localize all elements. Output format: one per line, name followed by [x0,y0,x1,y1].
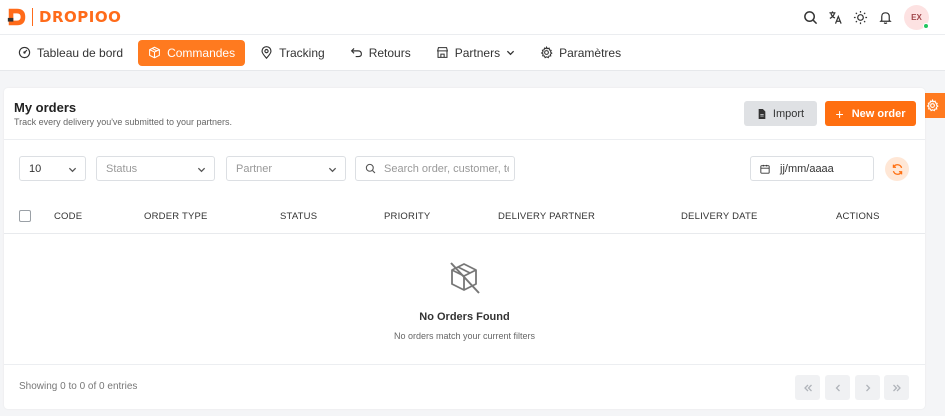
nav-item-label: Tracking [279,45,325,60]
chevron-down-icon [506,50,515,56]
box-icon [149,46,160,59]
status-select[interactable]: Status [96,156,215,181]
nav-item-partners[interactable]: Partners [426,40,525,66]
nav-item-retours[interactable]: Retours [340,40,421,66]
column-header-delivery-date[interactable]: DELIVERY DATE [681,211,758,222]
card-divider [4,139,925,140]
page-title: My orders [14,100,77,115]
page-subtitle: Track every delivery you've submitted to… [14,117,232,127]
search-input[interactable] [384,162,509,175]
plus-icon: + [835,105,844,122]
last-page-button[interactable] [884,375,909,400]
bell-icon[interactable] [873,5,898,30]
import-button[interactable]: Import [744,101,817,126]
chevrons-right-icon [892,384,901,391]
nav-item-label: Retours [368,45,411,60]
nav-item-tableau-de-bord[interactable]: Tableau de bord [8,40,133,66]
search-field[interactable] [355,156,515,181]
logo-divider [32,8,33,26]
nav-item-tracking[interactable]: Tracking [250,40,335,66]
entries-summary: Showing 0 to 0 of 0 entries [19,381,138,392]
brand-name: DROPIOO [39,8,122,26]
chevrons-left-icon [803,384,812,391]
chevron-right-icon [865,384,870,391]
partner-select[interactable]: Partner [226,156,346,181]
header-actions: EX [798,0,929,35]
dashboard-icon [18,46,31,59]
store-icon [436,47,448,58]
chevron-left-icon [835,384,840,391]
sun-icon[interactable] [848,5,873,30]
avatar-initials: EX [911,13,922,22]
logo-mark-icon [7,8,26,26]
column-header-actions: ACTIONS [836,211,880,222]
nav-item-label: Paramètres [559,45,622,60]
import-label: Import [772,107,805,120]
nav-item-parametres[interactable]: Paramètres [530,40,631,66]
column-header-code[interactable]: CODE [54,211,82,222]
refresh-icon [892,163,902,175]
table-header: CODE ORDER TYPE STATUS PRIORITY DELIVERY… [4,204,925,234]
chevron-down-icon [68,167,77,173]
next-page-button[interactable] [855,375,880,400]
partner-placeholder: Partner [236,162,273,175]
select-all-checkbox[interactable] [19,210,31,222]
previous-page-button[interactable] [825,375,850,400]
top-header: DROPIOO EX [0,0,945,35]
column-header-delivery-partner[interactable]: DELIVERY PARTNER [498,211,595,222]
main-nav: Tableau de bord Commandes Tracking Retou… [0,35,945,71]
page-size-select[interactable]: 10 [19,156,86,181]
online-status-dot [923,23,929,29]
empty-state-title: No Orders Found [419,311,510,323]
avatar[interactable]: EX [904,5,929,30]
page-size-value: 10 [29,162,42,175]
new-order-label: New order [851,107,906,120]
calendar-icon [760,164,770,174]
gear-icon [540,46,553,59]
map-pin-icon [261,46,272,59]
refresh-button[interactable] [885,157,909,181]
column-header-order-type[interactable]: ORDER TYPE [144,211,208,222]
gear-icon [926,99,939,112]
nav-item-label: Partners [454,45,501,60]
nav-item-label: Tableau de bord [37,45,124,60]
orders-card: My orders Track every delivery you've su… [4,88,925,409]
search-icon[interactable] [798,5,823,30]
column-header-priority[interactable]: PRIORITY [384,211,430,222]
first-page-button[interactable] [795,375,820,400]
brand-logo[interactable]: DROPIOO [6,6,121,28]
date-filter-input[interactable]: jj/mm/aaaa [750,156,874,181]
chevron-down-icon [197,167,206,173]
nav-item-label: Commandes [167,45,236,60]
empty-state-subtitle: No orders match your current filters [393,331,536,341]
file-icon [758,108,766,119]
chevron-down-icon [328,167,337,173]
status-placeholder: Status [106,162,138,175]
no-box-icon [450,262,480,294]
column-header-status[interactable]: STATUS [280,211,317,222]
search-icon [365,163,376,174]
return-icon [350,48,362,58]
new-order-button[interactable]: + New order [825,101,916,126]
nav-item-commandes[interactable]: Commandes [138,39,246,66]
translate-icon[interactable] [823,5,848,30]
date-placeholder: jj/mm/aaaa [780,162,834,175]
footer-divider [4,364,925,365]
